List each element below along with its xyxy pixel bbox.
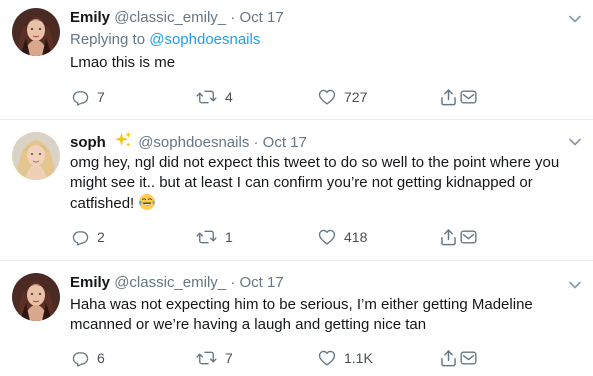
display-name[interactable]: Emily xyxy=(70,9,110,26)
dm-icon xyxy=(460,89,477,105)
like-icon xyxy=(318,228,336,246)
reply-button[interactable]: 7 xyxy=(72,87,105,107)
tweet-actions: 7 4 727 xyxy=(72,87,492,107)
share-button[interactable] xyxy=(440,348,457,368)
retweet-count: 7 xyxy=(225,350,233,366)
replying-to-label: Replying to xyxy=(70,31,146,48)
tweet-header: Emily @classic_emily_ · Oct 17 xyxy=(70,8,581,28)
direct-message-button[interactable] xyxy=(460,87,477,107)
share-icon xyxy=(440,88,457,106)
tweet-text-line: omg hey, ngl did not expect this tweet t… xyxy=(70,154,560,171)
reply-button[interactable]: 2 xyxy=(72,227,105,247)
retweet-button[interactable]: 1 xyxy=(196,227,233,247)
like-button[interactable]: 418 xyxy=(318,227,367,247)
retweet-button[interactable]: 4 xyxy=(196,87,233,107)
separator: · xyxy=(230,274,236,291)
avatar[interactable] xyxy=(12,132,60,180)
direct-message-button[interactable] xyxy=(460,348,477,368)
tweet-text: Lmao this is me xyxy=(70,54,176,71)
avatar[interactable] xyxy=(12,8,60,56)
tweet-thread: Emily @classic_emily_ · Oct 17 Replying … xyxy=(0,0,593,376)
tweet[interactable]: Emily @classic_emily_ · Oct 17 Replying … xyxy=(0,0,593,120)
dm-icon xyxy=(460,229,477,245)
reply-icon xyxy=(72,350,89,367)
share-icon xyxy=(440,228,457,246)
like-count: 418 xyxy=(344,229,368,245)
tweet-actions: 6 7 1.1K xyxy=(72,348,492,368)
direct-message-button[interactable] xyxy=(460,227,477,247)
tweet-text-line: Haha was not expecting him to be serious… xyxy=(70,296,533,313)
retweet-count: 1 xyxy=(225,229,233,245)
tweet[interactable]: Emily @classic_emily_ · Oct 17 Haha was … xyxy=(0,261,593,376)
display-name[interactable]: Emily xyxy=(70,274,110,291)
caret-down-icon[interactable] xyxy=(567,11,583,27)
dm-icon xyxy=(460,350,477,366)
avatar[interactable] xyxy=(12,273,60,321)
tweet-text: omg hey, ngl did not expect this tweet t… xyxy=(70,153,581,214)
retweet-button[interactable]: 7 xyxy=(196,348,233,368)
sparkle-icon xyxy=(114,131,132,147)
reply-icon xyxy=(72,89,89,106)
username[interactable]: @classic_emily_ xyxy=(114,274,226,291)
separator: · xyxy=(253,134,259,151)
tweet[interactable]: soph @sophdoesnails · Oct 17 omg hey, ng… xyxy=(0,120,593,261)
tweet-header: Emily @classic_emily_ · Oct 17 xyxy=(70,273,581,293)
like-button[interactable]: 1.1K xyxy=(318,348,373,368)
reply-count: 2 xyxy=(97,229,105,245)
like-count: 727 xyxy=(344,89,368,105)
tweet-actions: 2 1 418 xyxy=(72,227,492,247)
reply-count: 7 xyxy=(97,89,105,105)
timestamp[interactable]: Oct 17 xyxy=(239,274,283,291)
like-icon xyxy=(318,349,336,367)
caret-down-icon[interactable] xyxy=(567,134,583,150)
display-name[interactable]: soph xyxy=(70,134,106,151)
like-count: 1.1K xyxy=(344,350,373,366)
like-icon xyxy=(318,88,336,106)
username[interactable]: @classic_emily_ xyxy=(114,9,226,26)
caret-down-icon[interactable] xyxy=(567,277,583,293)
like-button[interactable]: 727 xyxy=(318,87,367,107)
retweet-icon xyxy=(196,88,217,106)
tweet-text-line: mcanned or we’re having a laugh and gett… xyxy=(70,316,427,333)
reply-count: 6 xyxy=(97,350,105,366)
share-button[interactable] xyxy=(440,227,457,247)
timestamp[interactable]: Oct 17 xyxy=(239,9,283,26)
retweet-count: 4 xyxy=(225,89,233,105)
reply-icon xyxy=(72,229,89,246)
mention-link[interactable]: @sophdoesnails xyxy=(149,31,260,48)
separator: · xyxy=(230,9,236,26)
tweet-text-line: catfished! xyxy=(70,193,581,214)
laughing-tears-emoji xyxy=(139,194,156,210)
tweet-text-fragment: catfished! xyxy=(70,195,135,212)
retweet-icon xyxy=(196,349,217,367)
tweet-header: soph @sophdoesnails · Oct 17 xyxy=(70,131,581,151)
reply-button[interactable]: 6 xyxy=(72,348,105,368)
share-icon xyxy=(440,349,457,367)
timestamp[interactable]: Oct 17 xyxy=(263,134,307,151)
share-button[interactable] xyxy=(440,87,457,107)
tweet-text-line: might see it.. but at least I can confir… xyxy=(70,174,533,191)
retweet-icon xyxy=(196,228,217,246)
tweet-text: Haha was not expecting him to be serious… xyxy=(70,295,581,335)
username[interactable]: @sophdoesnails xyxy=(138,134,249,151)
replying-to: Replying to @sophdoesnails xyxy=(70,30,581,50)
